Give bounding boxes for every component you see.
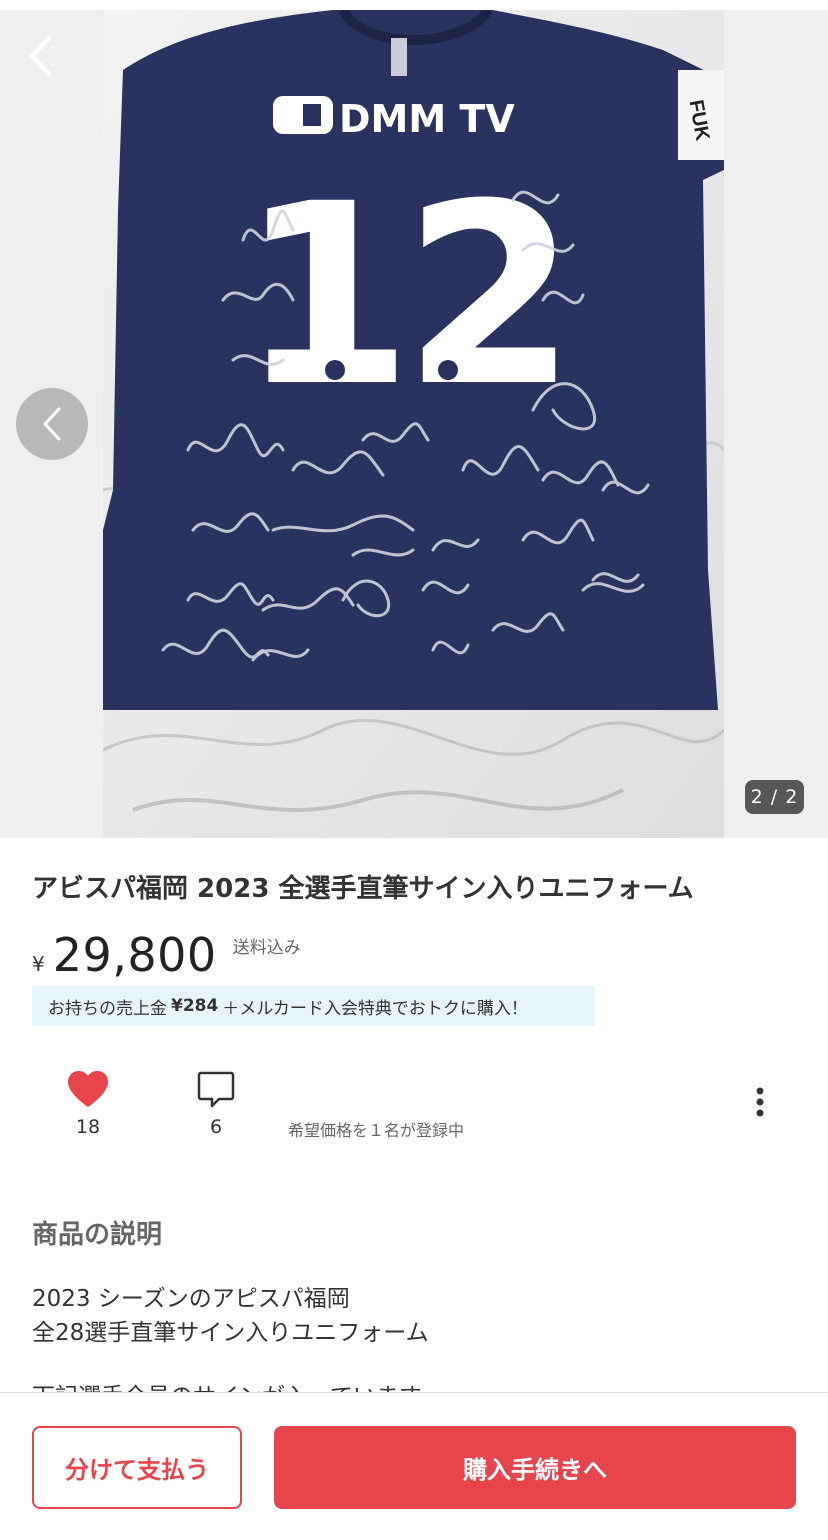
- description-body: 2023 シーズンのアピスパ福岡 全28選手直筆サイン入りユニフォーム: [32, 1282, 802, 1350]
- chevron-left-icon: [30, 36, 51, 76]
- heart-icon: [68, 1071, 108, 1107]
- price-offer-status: 希望価格を１名が登録中: [288, 1121, 465, 1140]
- sales-balance-promo[interactable]: お持ちの売上金 ¥284 ＋メルカード入会特典でおトクに購入！: [32, 986, 595, 1026]
- jersey-photo-illustration: FUK DMM TV 12: [103, 10, 724, 838]
- back-button[interactable]: [14, 28, 66, 84]
- comment-button[interactable]: 6: [186, 1068, 246, 1138]
- product-photo[interactable]: FUK DMM TV 12: [103, 10, 724, 838]
- price: 29,800: [52, 928, 217, 982]
- image-counter: 2 / 2: [745, 780, 804, 814]
- currency-symbol: ¥: [32, 952, 45, 976]
- promo-suffix: ＋メルカード入会特典でおトクに購入！: [222, 998, 528, 1019]
- status-strip: [0, 0, 828, 10]
- like-count: 18: [75, 1116, 101, 1138]
- bottom-action-bar: 分けて支払う 購入手続きへ: [0, 1392, 828, 1540]
- comment-icon: [197, 1071, 235, 1108]
- image-carousel[interactable]: FUK DMM TV 12 2 / 2: [0, 0, 828, 838]
- price-row: ¥ 29,800 送料込み: [32, 928, 301, 984]
- more-vertical-icon: [756, 1087, 764, 1117]
- promo-amount: ¥284: [171, 996, 219, 1016]
- split-payment-button[interactable]: 分けて支払う: [32, 1426, 242, 1509]
- purchase-button[interactable]: 購入手続きへ: [274, 1426, 796, 1509]
- description-heading: 商品の説明: [32, 1220, 163, 1250]
- chevron-left-icon: [43, 407, 61, 441]
- previous-image-button[interactable]: [16, 388, 88, 460]
- shipping-label: 送料込み: [232, 938, 301, 958]
- more-options-button[interactable]: [740, 1082, 780, 1122]
- sponsor-logo-text: DMM TV: [339, 97, 515, 141]
- like-button[interactable]: 18: [58, 1068, 118, 1138]
- promo-prefix: お持ちの売上金: [48, 998, 167, 1019]
- product-title: アビスパ福岡 2023 全選手直筆サイン入りユニフォーム: [32, 874, 694, 904]
- description-line: 全28選手直筆サイン入りユニフォーム: [32, 1320, 429, 1346]
- comment-count: 6: [209, 1116, 223, 1138]
- description-line: 2023 シーズンのアピスパ福岡: [32, 1286, 350, 1312]
